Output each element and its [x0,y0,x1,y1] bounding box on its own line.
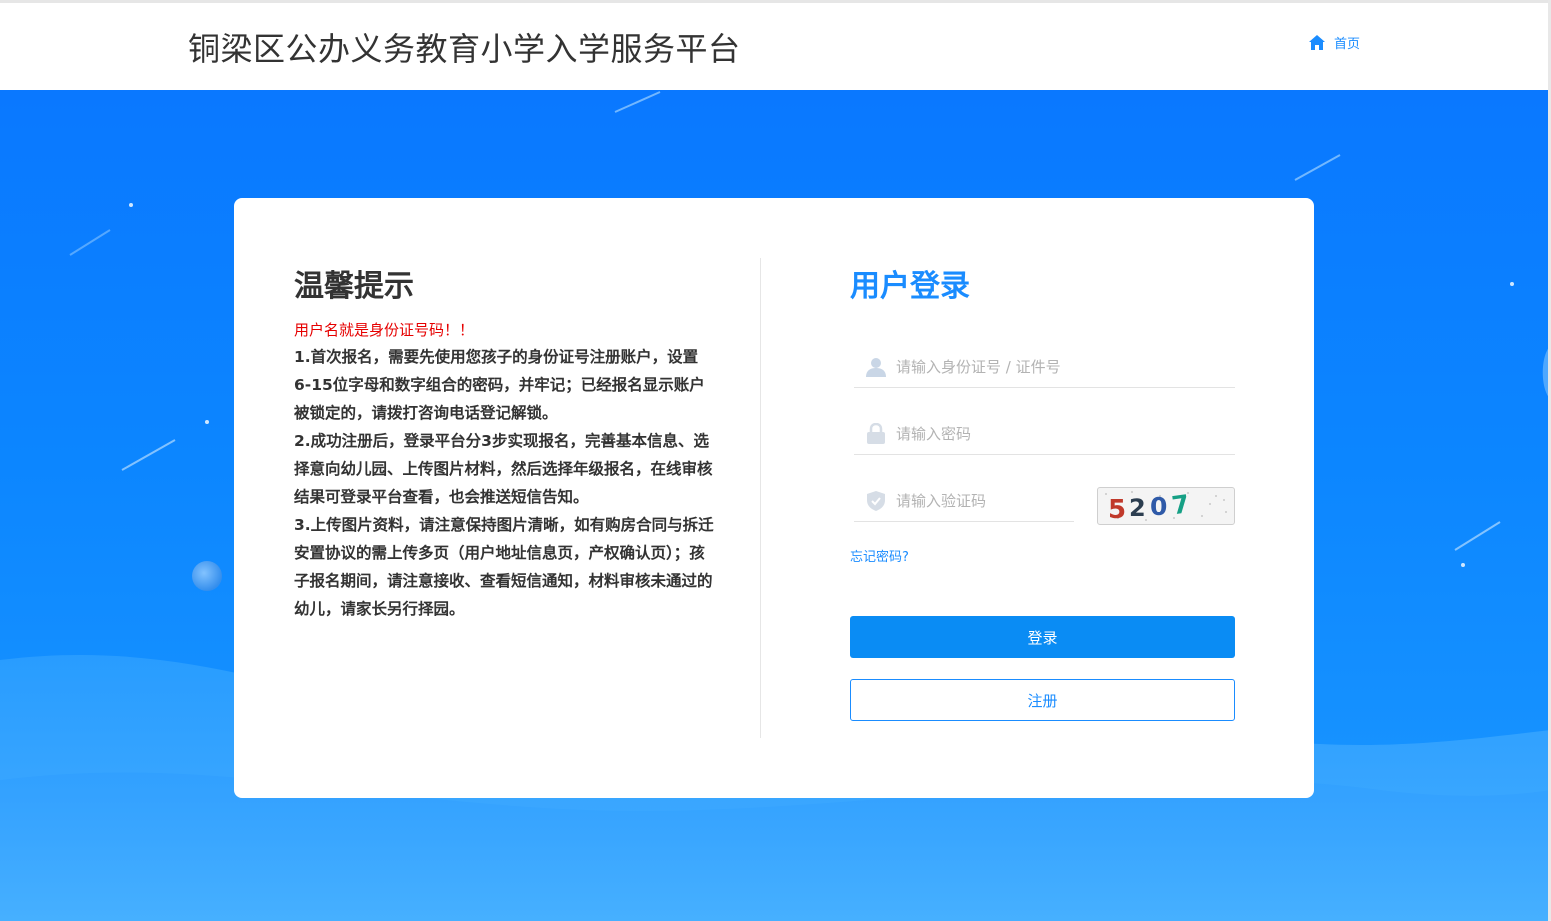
login-card: 温馨提示 用户名就是身份证号码！！ 1.首次报名，需要先使用您孩子的身份证号注册… [234,198,1314,798]
password-input[interactable] [896,418,1216,449]
home-icon [1309,35,1325,50]
site-title: 铜梁区公办义务教育小学入学服务平台 [188,30,741,68]
lock-icon [864,422,888,446]
password-field [854,413,1235,455]
login-title: 用户登录 [850,269,970,304]
captcha-field [854,480,1074,522]
username-field [854,346,1235,388]
notice-item: 2.成功注册后，登录平台分3步实现报名，完善基本信息、选择意向幼儿园、上传图片材… [294,432,713,506]
login-button[interactable]: 登录 [850,616,1235,658]
notice-item: 3.上传图片资料，请注意保持图片清晰，如有购房合同与拆迁安置协议的需上传多页（用… [294,516,714,618]
captcha-digit: 5 [1108,495,1126,524]
divider [760,258,761,738]
forgot-password-link[interactable]: 忘记密码? [850,546,909,565]
user-icon [864,355,888,379]
notice-item: 1.首次报名，需要先使用您孩子的身份证号注册账户，设置6-15位字母和数字组合的… [294,348,705,422]
notice-title: 温馨提示 [294,269,414,304]
username-input[interactable] [896,351,1216,382]
notice-highlight: 用户名就是身份证号码！！ [294,321,475,339]
site-header: 铜梁区公办义务教育小学入学服务平台 首页 [0,3,1551,90]
register-button[interactable]: 注册 [850,679,1235,721]
captcha-input[interactable] [896,485,1066,516]
home-link[interactable]: 首页 [1308,33,1360,52]
home-link-label: 首页 [1334,37,1361,52]
captcha-image[interactable]: 5 2 0 7 [1097,487,1235,525]
captcha-digit: 0 [1150,492,1167,521]
captcha-digit: 2 [1129,494,1146,522]
notice-body: 1.首次报名，需要先使用您孩子的身份证号注册账户，设置6-15位字母和数字组合的… [294,343,714,623]
shield-icon [864,489,888,513]
